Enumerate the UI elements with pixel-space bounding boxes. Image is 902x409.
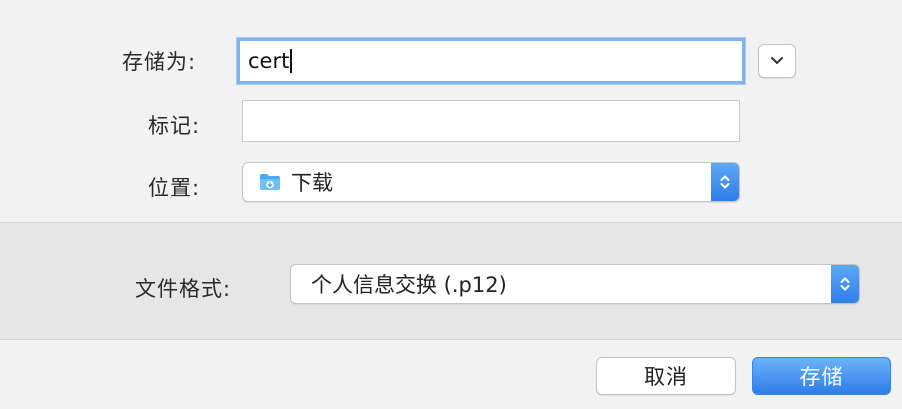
location-stepper[interactable] (711, 163, 739, 201)
save-as-label: 存储为: (122, 50, 197, 74)
file-format-value: 个人信息交换 (.p12) (311, 273, 507, 297)
tags-field[interactable] (242, 100, 740, 142)
up-down-arrows-icon (840, 277, 850, 291)
location-label: 位置: (148, 176, 201, 200)
chevron-down-icon (771, 57, 783, 64)
downloads-folder-icon (260, 174, 280, 190)
location-popup[interactable]: 下载 (242, 162, 740, 202)
file-format-stepper[interactable] (831, 265, 859, 303)
file-format-popup[interactable]: 个人信息交换 (.p12) (290, 264, 860, 304)
save-button[interactable]: 存储 (752, 357, 891, 395)
text-caret (290, 49, 293, 73)
file-format-section: 文件格式: 个人信息交换 (.p12) (0, 222, 902, 340)
cancel-button[interactable]: 取消 (596, 357, 736, 395)
tags-label: 标记: (148, 114, 201, 138)
up-down-arrows-icon (720, 175, 730, 189)
save-as-value: cert (248, 49, 290, 73)
location-value: 下载 (291, 171, 333, 195)
dialog-buttons: 取消 存储 (0, 340, 902, 409)
save-options-section: 存储为: cert 标记: 位置: 下载 (0, 0, 902, 222)
save-dialog: 存储为: cert 标记: 位置: 下载 文件格式: 个人信息交换 (.p12)… (0, 0, 902, 409)
file-format-label: 文件格式: (135, 277, 232, 301)
save-as-field[interactable]: cert (237, 38, 745, 84)
expand-dialog-button[interactable] (758, 44, 796, 78)
